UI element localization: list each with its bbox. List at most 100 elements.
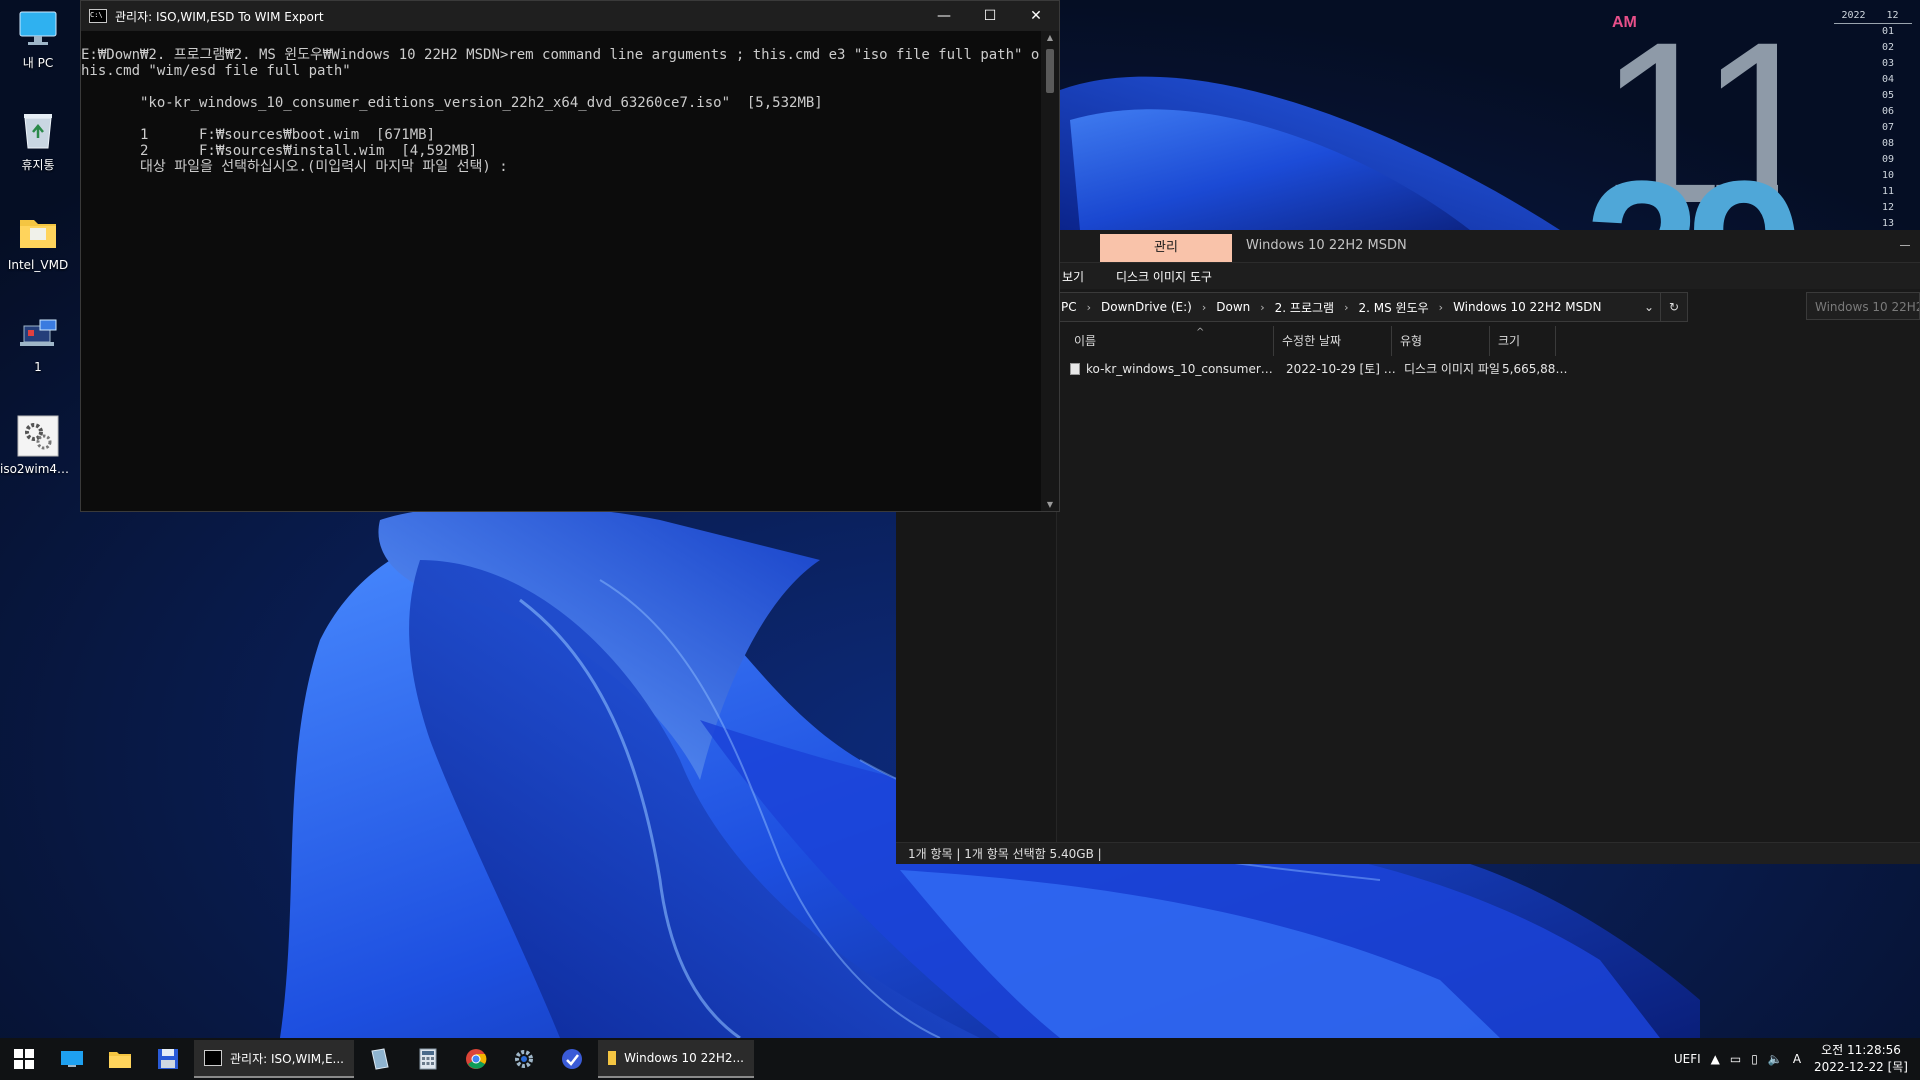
calendar-day: 09 <box>1881 154 1895 165</box>
chevron-down-icon[interactable]: ⌄ <box>1638 300 1660 314</box>
desktop-icon-label: 내 PC <box>22 56 54 70</box>
scroll-down-icon[interactable]: ▼ <box>1041 500 1059 509</box>
calendar-day: 02 <box>1881 42 1895 53</box>
usb-icon[interactable]: ▯ <box>1751 1052 1758 1066</box>
breadcrumb-pc[interactable]: PC <box>1059 300 1083 314</box>
file-name-cell: ko-kr_windows_10_consumer_editions_v... <box>1070 358 1274 380</box>
clock-minute: 29 <box>1584 150 1804 230</box>
windows-logo-icon <box>14 1049 34 1069</box>
column-header-size[interactable]: 크기 <box>1490 326 1556 356</box>
calendar-day: 04 <box>1881 74 1895 85</box>
gear-icon <box>515 1050 533 1068</box>
calendar-day: 11 <box>1881 186 1895 197</box>
table-row[interactable]: ko-kr_windows_10_consumer_editions_v... … <box>1070 358 1674 380</box>
desktop-icon-label: iso2wim4ei... <box>0 462 76 476</box>
taskbar-pin-settings[interactable] <box>500 1038 548 1080</box>
volume-icon[interactable]: 🔈 <box>1768 1052 1783 1066</box>
console-line: 대상 파일을 선택하십시오.(미입력시 마지막 파일 선택) : <box>81 159 508 175</box>
breadcrumb-programs[interactable]: 2. 프로그램 <box>1269 299 1340 316</box>
scroll-up-icon[interactable]: ▲ <box>1041 33 1059 42</box>
minimize-icon[interactable] <box>1900 245 1910 246</box>
desktop-icon-intel-vmd[interactable]: Intel_VMD <box>0 210 76 272</box>
file-list[interactable]: 이름 ^ 수정한 날짜 유형 크기 ko-kr_windows_10_consu… <box>1058 326 1920 842</box>
desktop-icon-label: 휴지통 <box>21 158 55 172</box>
settings-gears-icon <box>16 414 60 458</box>
console-output[interactable]: E:₩Down₩2. 프로그램₩2. MS 윈도우₩Windows 10 22H… <box>81 31 1041 511</box>
taskbar-pin-explorer[interactable] <box>96 1038 144 1080</box>
calendar-day: 07 <box>1881 122 1895 133</box>
address-bar[interactable]: PC › DownDrive (E:) › Down › 2. 프로그램 › 2… <box>1058 292 1688 322</box>
close-button[interactable]: ✕ <box>1013 1 1059 31</box>
chrome-icon <box>466 1049 487 1069</box>
taskbar-task-explorer[interactable]: Windows 10 22H2... <box>598 1040 754 1078</box>
desktop-icon <box>61 1051 83 1067</box>
tray-clock[interactable]: 오전 11:28:56 2022-12-22 [목] <box>1806 1042 1920 1076</box>
taskbar-pin-app[interactable] <box>548 1038 596 1080</box>
desktop-icon-label: 1 <box>34 360 42 374</box>
taskbar-pin-calculator[interactable] <box>404 1038 452 1080</box>
taskbar: 관리자: ISO,WIM,E... Windows 10 22H2... UEF… <box>0 1038 1920 1080</box>
calendar-day: 08 <box>1881 138 1895 149</box>
disk-image-file-icon <box>1070 363 1080 375</box>
floppy-disk-icon <box>158 1049 178 1069</box>
folder-icon <box>608 1051 617 1065</box>
breadcrumb-drive[interactable]: DownDrive (E:) <box>1095 300 1198 314</box>
taskbar-pin-tool[interactable] <box>356 1038 404 1080</box>
console-title: 관리자: ISO,WIM,ESD To WIM Export <box>115 9 324 24</box>
column-header-label: 이름 <box>1074 334 1097 348</box>
recycle-bin-icon <box>16 108 60 152</box>
console-window: C:\ 관리자: ISO,WIM,ESD To WIM Export — ☐ ✕… <box>80 0 1060 512</box>
taskbar-task-console[interactable]: 관리자: ISO,WIM,E... <box>194 1040 354 1078</box>
console-icon: C:\ <box>89 9 107 23</box>
menu-view[interactable]: 보기 <box>1062 268 1084 285</box>
calendar-day: 10 <box>1881 170 1895 181</box>
ime-indicator[interactable]: A <box>1793 1052 1801 1066</box>
desktop-icon-my-pc[interactable]: 내 PC <box>0 6 76 71</box>
desktop-icon-iso2wim[interactable]: iso2wim4ei... <box>0 414 76 476</box>
display-icon[interactable]: ▭ <box>1730 1052 1741 1066</box>
network-status-icon[interactable]: ▲ <box>1711 1052 1720 1066</box>
start-button[interactable] <box>0 1038 48 1080</box>
chevron-right-icon[interactable]: › <box>1198 301 1210 314</box>
calendar-month: 12 <box>1886 10 1899 21</box>
console-scrollbar[interactable]: ▲ ▼ <box>1041 31 1059 511</box>
minimize-button[interactable]: — <box>921 1 967 31</box>
task-label: Windows 10 22H2... <box>624 1051 744 1065</box>
status-bar: 1개 항목 | 1개 항목 선택함 5.40GB | <box>896 842 1920 864</box>
calendar-day: 05 <box>1881 90 1895 101</box>
system-tray: UEFI ▲ ▭ ▯ 🔈 A 오전 11:28:56 2022-12-22 [목… <box>1669 1038 1920 1080</box>
breadcrumb-ms-windows[interactable]: 2. MS 윈도우 <box>1353 299 1435 316</box>
file-size: 5,665,886... <box>1502 362 1568 376</box>
desktop-icon-recycle-bin[interactable]: 휴지통 <box>0 108 76 173</box>
taskbar-pin-desktop[interactable] <box>48 1038 96 1080</box>
desktop-icon-1[interactable]: 1 <box>0 312 76 374</box>
column-header-type[interactable]: 유형 <box>1392 326 1490 356</box>
scrollbar-thumb[interactable] <box>1046 49 1054 93</box>
breadcrumb-down[interactable]: Down <box>1210 300 1256 314</box>
tray-date: 2022-12-22 [목] <box>1814 1060 1908 1074</box>
taskbar-pin-save[interactable] <box>144 1038 192 1080</box>
console-line: 2 F:₩sources₩install.wim [4,592MB] <box>81 143 478 159</box>
refresh-icon[interactable]: ↻ <box>1660 293 1687 321</box>
chevron-right-icon[interactable]: › <box>1435 301 1447 314</box>
chevron-right-icon[interactable]: › <box>1256 301 1268 314</box>
chevron-right-icon[interactable]: › <box>1340 301 1352 314</box>
uefi-label: UEFI <box>1673 1052 1701 1066</box>
app-badge-icon <box>562 1049 582 1069</box>
chevron-right-icon[interactable]: › <box>1083 301 1095 314</box>
calendar-widget: 2022 12 01 02 03 04 05 06 07 08 09 10 11… <box>1834 10 1912 240</box>
tab-manage-highlight[interactable]: 관리 <box>1100 234 1232 262</box>
folder-icon <box>16 210 60 254</box>
column-header-modified[interactable]: 수정한 날짜 <box>1274 326 1392 356</box>
menu-disk-image-tools[interactable]: 디스크 이미지 도구 <box>1116 268 1212 285</box>
task-label: 관리자: ISO,WIM,E... <box>230 1051 344 1066</box>
breadcrumb-current-folder[interactable]: Windows 10 22H2 MSDN <box>1447 300 1607 314</box>
maximize-button[interactable]: ☐ <box>967 1 1013 31</box>
taskbar-pin-chrome[interactable] <box>452 1038 500 1080</box>
console-line: 1 F:₩sources₩boot.wim [671MB] <box>81 127 436 143</box>
ribbon-menu: 보기 디스크 이미지 도구 <box>1058 263 1920 289</box>
folder-icon <box>109 1052 131 1068</box>
search-input[interactable]: Windows 10 22H2 <box>1806 292 1920 320</box>
console-titlebar[interactable]: C:\ 관리자: ISO,WIM,ESD To WIM Export — ☐ ✕ <box>81 1 1059 31</box>
column-header-name[interactable]: 이름 ^ <box>1066 326 1274 356</box>
